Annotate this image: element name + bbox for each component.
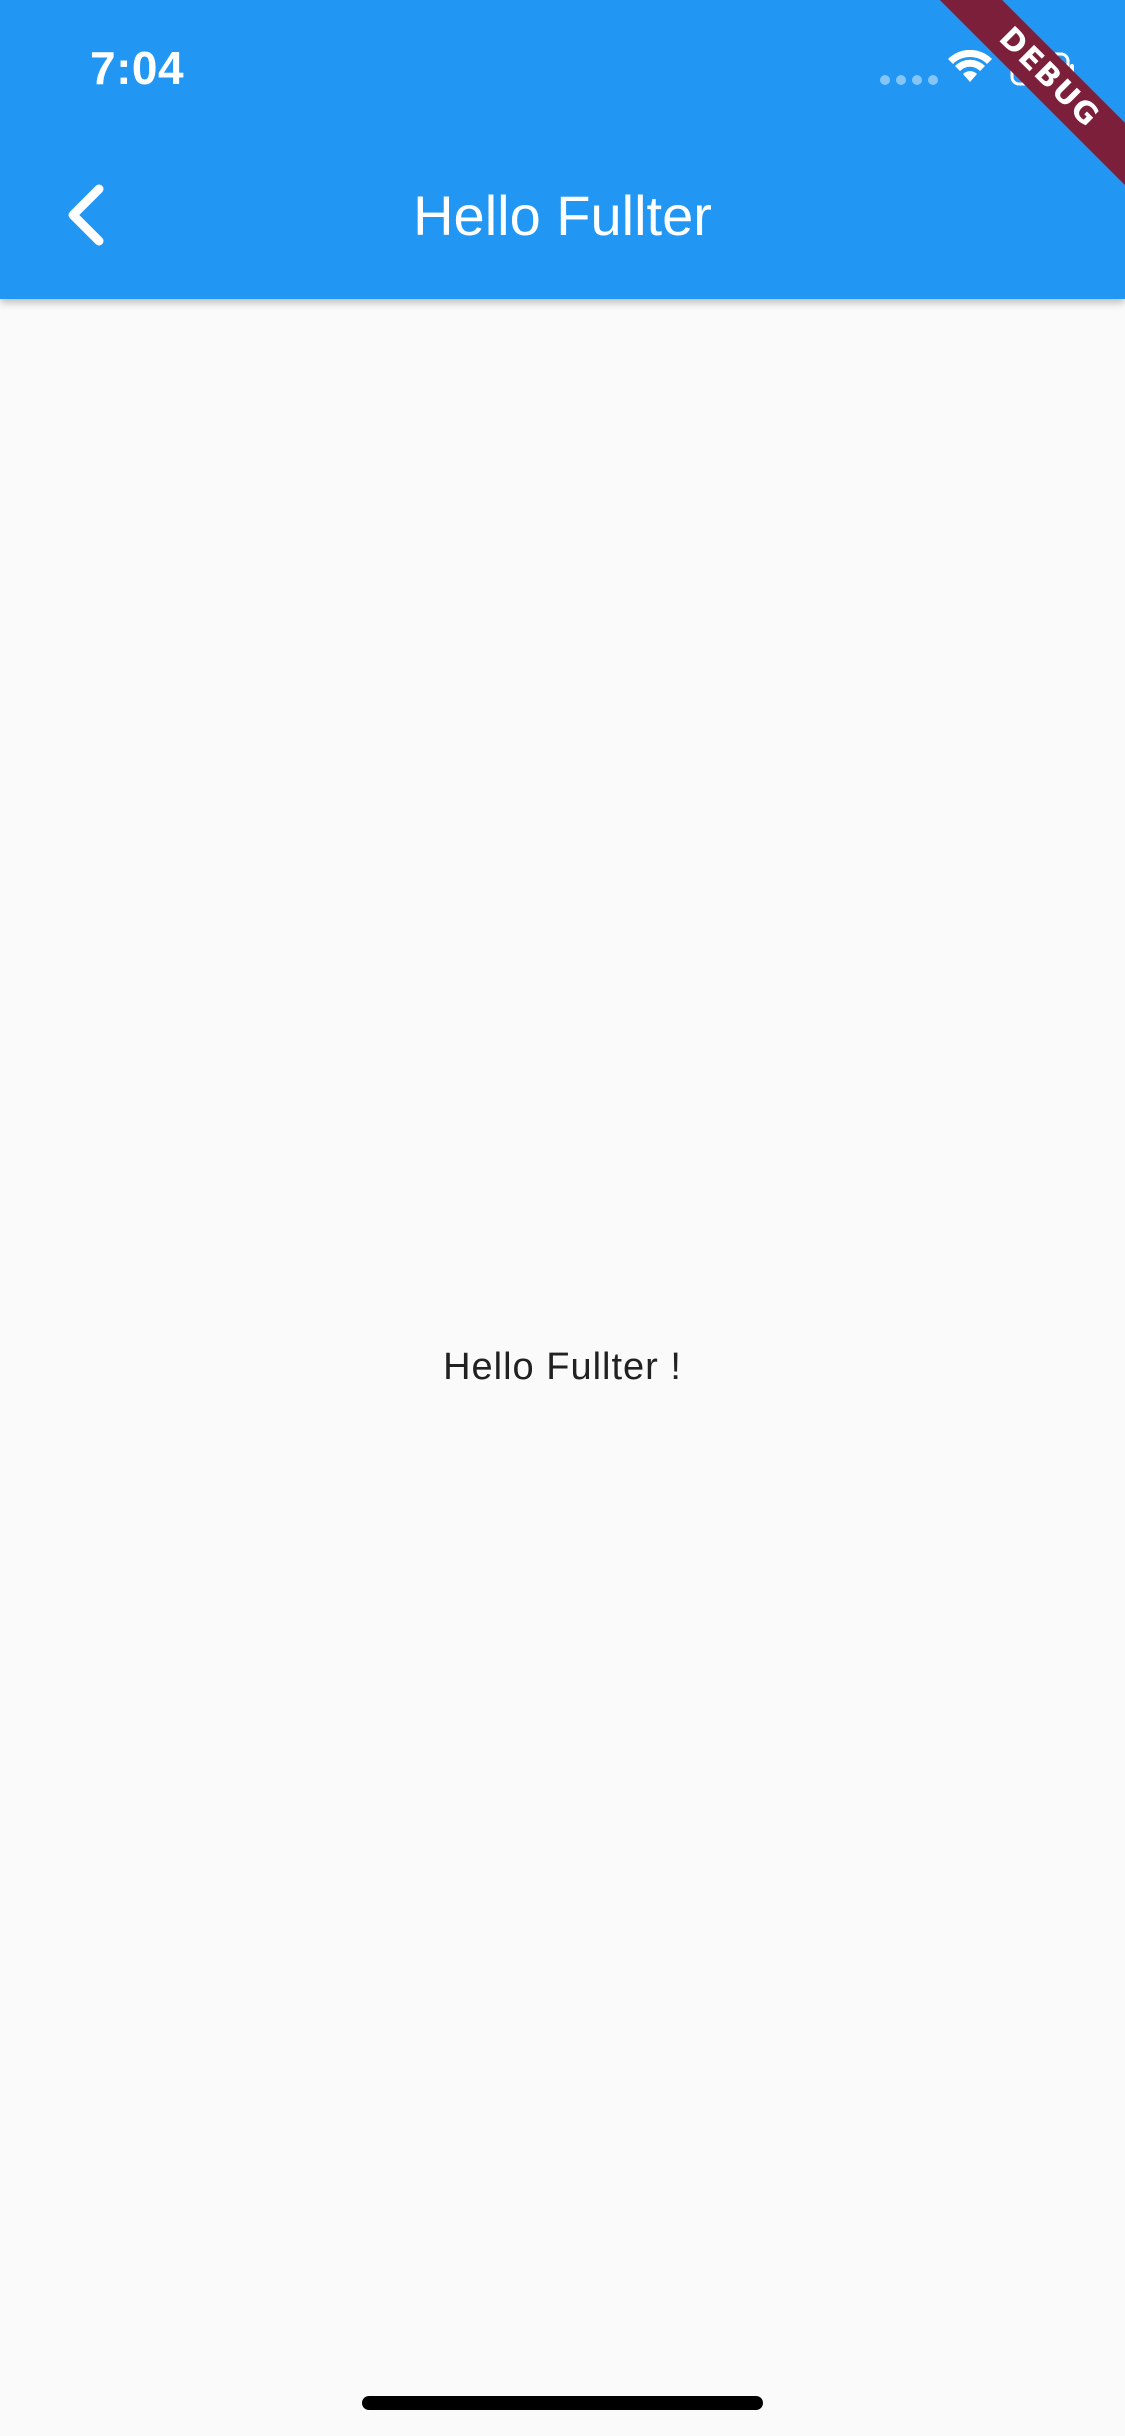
cellular-signal-icon: [880, 75, 938, 85]
wifi-icon: [948, 50, 992, 82]
status-bar-time: 7:04: [90, 42, 185, 94]
app-bar: 7:04 Hello Fullter: [0, 0, 1125, 299]
page-title: Hello Fullter: [413, 184, 712, 247]
battery-icon: [1010, 52, 1074, 86]
app-screen: 7:04 Hello Fullter DEBUG Hello Fullter !: [0, 0, 1125, 2436]
home-indicator[interactable]: [362, 2396, 763, 2410]
center-text: Hello Fullter !: [443, 1346, 682, 1388]
body-content: Hello Fullter !: [0, 299, 1125, 2436]
